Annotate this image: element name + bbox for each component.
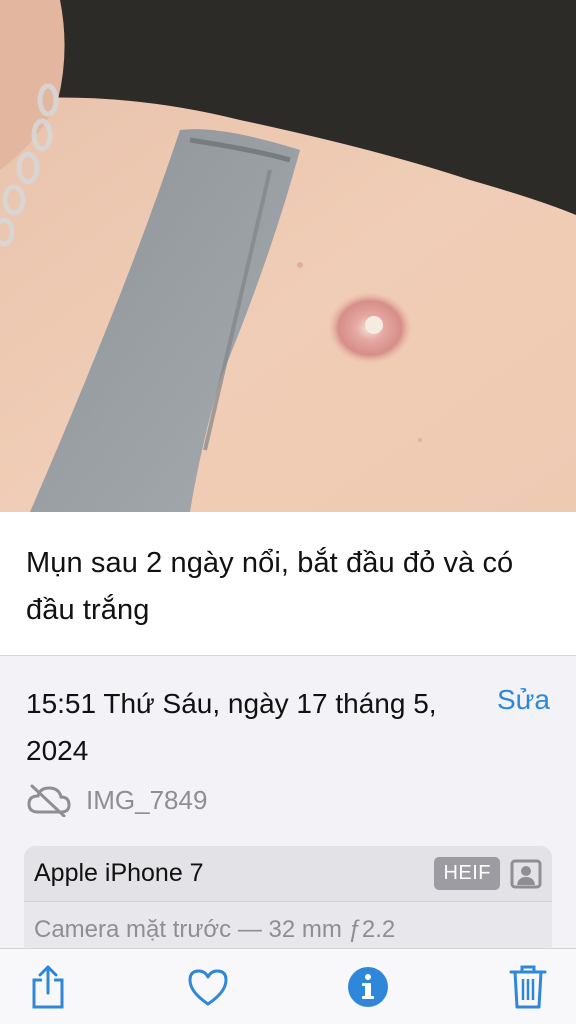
bottom-toolbar	[0, 948, 576, 1024]
share-button[interactable]	[26, 965, 70, 1009]
info-button[interactable]	[346, 965, 390, 1009]
info-panel: 15:51 Thứ Sáu, ngày 17 tháng 5, 2024 Sửa…	[0, 656, 576, 956]
caption-area[interactable]: Mụn sau 2 ngày nổi, bắt đầu đỏ và có đầu…	[0, 512, 576, 656]
photo-image	[0, 0, 576, 512]
file-row: IMG_7849	[26, 780, 207, 820]
portrait-icon	[510, 859, 542, 888]
share-icon	[32, 965, 64, 1009]
photo-viewer[interactable]	[0, 0, 576, 512]
device-card-header: Apple iPhone 7 HEIF	[24, 846, 552, 902]
camera-info: Camera mặt trước — 32 mm ƒ2.2	[34, 916, 396, 943]
favorite-button[interactable]	[186, 965, 230, 1009]
photo-caption[interactable]: Mụn sau 2 ngày nổi, bắt đầu đỏ và có đầu…	[26, 540, 550, 634]
device-name: Apple iPhone 7	[34, 859, 204, 887]
delete-button[interactable]	[506, 965, 550, 1009]
cloud-slash-icon	[27, 784, 71, 817]
info-icon	[348, 967, 388, 1007]
filename: IMG_7849	[86, 784, 208, 815]
trash-icon	[509, 965, 547, 1009]
edit-button[interactable]: Sửa	[497, 684, 550, 716]
device-card: Apple iPhone 7 HEIF Camera mặt trước — 3…	[24, 846, 552, 956]
photo-datetime: 15:51 Thứ Sáu, ngày 17 tháng 5, 2024	[26, 688, 437, 766]
heart-icon	[188, 969, 228, 1006]
format-badge: HEIF	[434, 857, 500, 890]
